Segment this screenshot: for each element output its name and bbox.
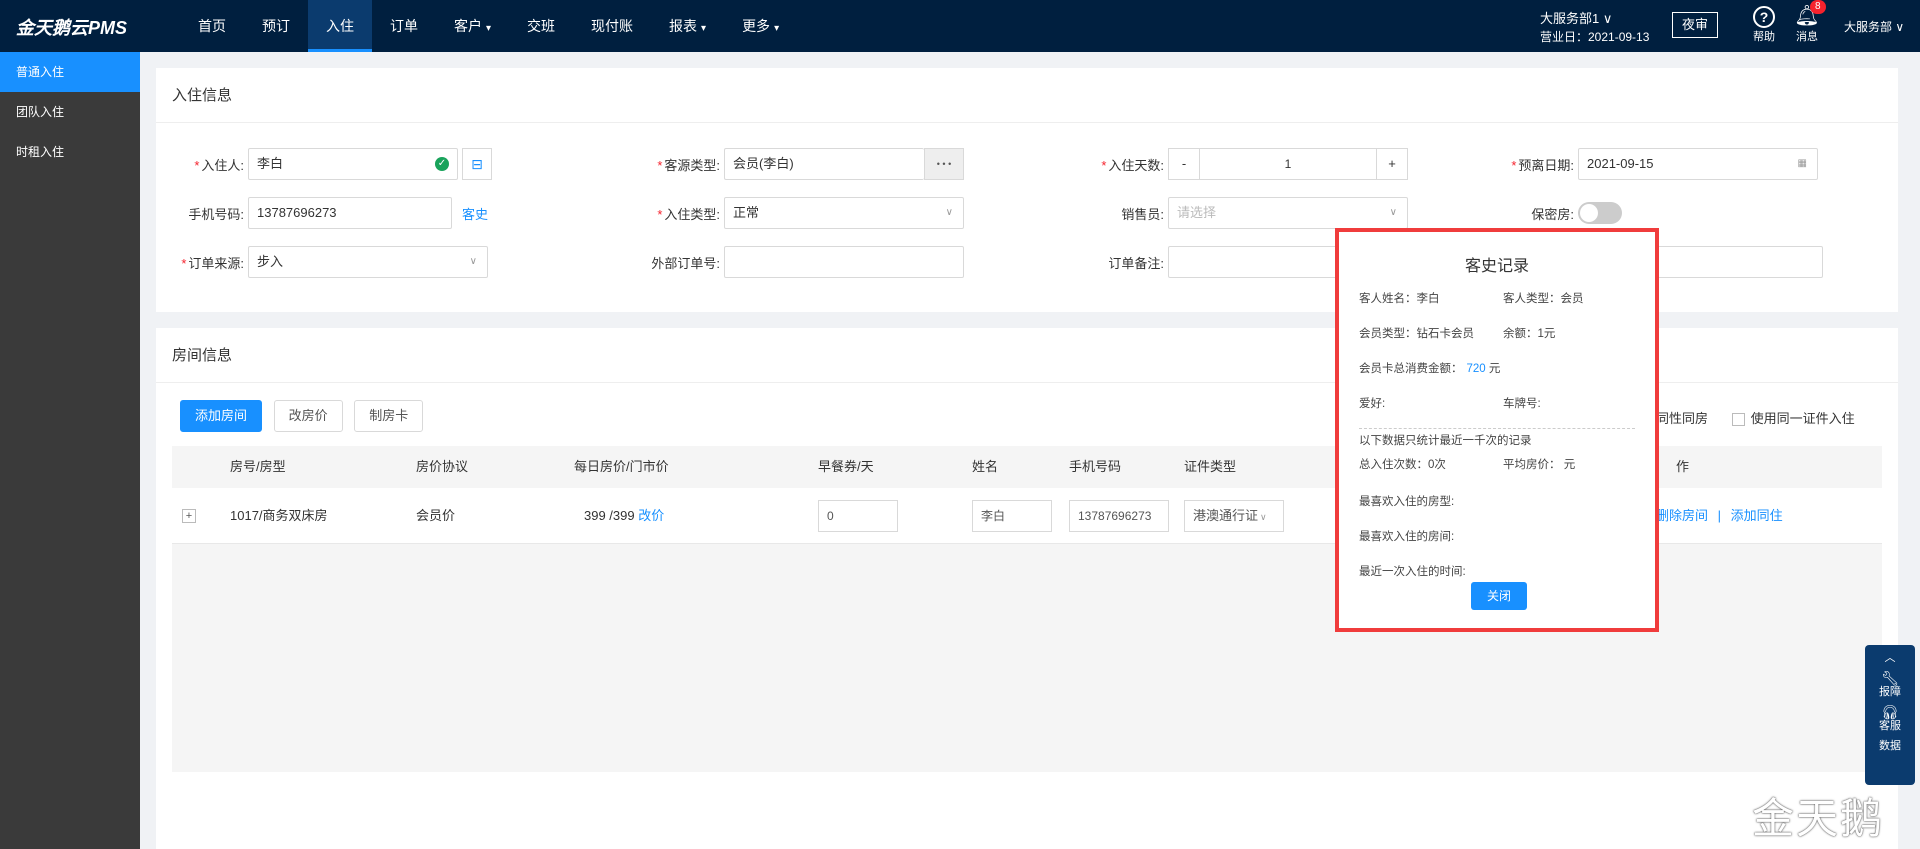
nav-home[interactable]: 首页 <box>180 0 244 52</box>
order-source-select[interactable]: 步入 ∨ <box>248 246 488 278</box>
chevron-up-icon: ︿ <box>1884 652 1896 664</box>
change-price-button[interactable]: 改房价 <box>273 400 343 432</box>
source-type-input[interactable]: 会员(李白) <box>724 148 924 180</box>
stay-days-field: * 入住天数: - 1 + <box>1056 148 1408 180</box>
chevron-down-icon: ▾ <box>486 23 492 34</box>
sales-select[interactable]: 请选择 ∨ <box>1168 197 1408 229</box>
watermark-logo: 金天鹅 <box>1752 794 1885 843</box>
close-button[interactable]: 关闭 <box>1471 582 1527 610</box>
room-options: 同性同房 使用同一证件入住 <box>1656 408 1855 427</box>
collapse-bar-button[interactable]: ︿ <box>1865 645 1915 665</box>
nav-cash-account[interactable]: 现付账 <box>573 0 651 52</box>
sidebar-item-group-checkin[interactable]: 团队入住 <box>0 92 140 132</box>
days-decrement-button[interactable]: - <box>1168 148 1200 180</box>
night-audit-button[interactable]: 夜审 <box>1672 12 1718 38</box>
sidebar: 普通入住 团队入住 时租入住 <box>0 52 140 849</box>
external-order-field: 外部订单号: <box>644 246 964 278</box>
room-toolbar: 添加房间 改房价 制房卡 <box>180 400 424 432</box>
change-price-link[interactable]: 改价 <box>638 508 664 523</box>
order-source-field: * 订单来源: 步入 ∨ <box>168 246 488 278</box>
checkin-type-select[interactable]: 正常 ∨ <box>724 197 964 229</box>
make-card-button[interactable]: 制房卡 <box>354 400 424 432</box>
sales-field: 销售员: 请选择 ∨ <box>1056 197 1408 229</box>
top-navbar: 金天鹅云PMS 首页 预订 入住 订单 客户 ▾ 交班 现付账 报表 ▾ 更多 ▾ 大… <box>0 0 1920 52</box>
floating-service-bar: ︿ 🔧︎ 报障 🎧︎ 客服 数据 <box>1865 645 1915 785</box>
guest-history-popup: 客史记录 客人姓名：李白 客人类型：会员 会员类型：钻石卡会员 余额：1元 会员… <box>1335 228 1659 632</box>
guest-name-input[interactable]: 李白 <box>972 500 1052 532</box>
business-day: 营业日：2021-09-13 <box>1540 30 1650 44</box>
department-selector[interactable]: 大服务部1 ∨ <box>1540 8 1612 27</box>
external-order-input[interactable] <box>724 246 964 278</box>
sidebar-item-normal-checkin[interactable]: 普通入住 <box>0 52 140 92</box>
chevron-down-icon: ▾ <box>701 23 707 34</box>
wrench-icon: 🔧︎ <box>1881 670 1899 686</box>
nav-reports[interactable]: 报表 ▾ <box>651 0 724 52</box>
guest-history-link[interactable]: 客史 <box>462 204 488 223</box>
guest-field: * 入住人: 李白 ✓ ⊟ <box>168 148 492 180</box>
stay-days-input[interactable]: 1 <box>1200 148 1376 180</box>
main-nav: 首页 预订 入住 订单 客户 ▾ 交班 现付账 报表 ▾ 更多 ▾ <box>180 0 797 52</box>
messages-button[interactable]: 🔔︎ 8 消息 <box>1792 0 1826 44</box>
headset-icon: 🎧︎ <box>1881 704 1899 720</box>
phone-input[interactable]: 13787696273 <box>248 197 452 229</box>
days-increment-button[interactable]: + <box>1376 148 1408 180</box>
sidebar-item-hourly-checkin[interactable]: 时租入住 <box>0 132 140 172</box>
id-type-select[interactable]: 港澳通行证 ∨ <box>1184 500 1284 532</box>
add-room-button[interactable]: 添加房间 <box>180 400 263 432</box>
user-menu[interactable]: 大服务部 ∨ <box>1844 18 1904 35</box>
chevron-down-icon: ∨ <box>469 256 477 267</box>
help-icon: ? <box>1753 6 1775 28</box>
chevron-down-icon: ∨ <box>1260 512 1267 522</box>
departure-date-input[interactable]: 2021-09-15 ▦ <box>1578 148 1818 180</box>
check-circle-icon: ✓ <box>435 157 449 171</box>
nav-orders[interactable]: 订单 <box>372 0 436 52</box>
more-options-icon[interactable]: • • • <box>924 148 964 180</box>
departure-date-field: * 预离日期: 2021-09-15 ▦ <box>1458 148 1818 180</box>
secret-room-toggle[interactable] <box>1578 202 1622 224</box>
chevron-down-icon: ▾ <box>774 23 780 34</box>
nav-shift[interactable]: 交班 <box>509 0 573 52</box>
nav-booking[interactable]: 预订 <box>244 0 308 52</box>
secret-room-field: 保密房: <box>1458 197 1622 229</box>
chevron-down-icon: ∨ <box>945 207 953 218</box>
chevron-down-icon: ∨ <box>1389 207 1397 218</box>
report-issue-button[interactable]: 🔧︎ 报障 <box>1865 665 1915 699</box>
delete-room-link[interactable]: 删除房间 <box>1656 508 1708 523</box>
nav-more[interactable]: 更多 ▾ <box>724 0 797 52</box>
breakfast-input[interactable]: 0 <box>818 500 898 532</box>
guest-input[interactable]: 李白 ✓ <box>248 148 458 180</box>
guest-phone-input[interactable]: 13787696273 <box>1069 500 1169 532</box>
help-button[interactable]: ? 帮助 <box>1749 4 1779 44</box>
customer-service-button[interactable]: 🎧︎ 客服 <box>1865 699 1915 733</box>
nav-checkin[interactable]: 入住 <box>308 0 372 52</box>
same-id-option[interactable]: 使用同一证件入住 <box>1731 411 1855 427</box>
checkin-type-field: * 入住类型: 正常 ∨ <box>644 197 964 229</box>
nav-customers[interactable]: 客户 ▾ <box>436 0 509 52</box>
popup-title: 客史记录 <box>1464 258 1529 275</box>
phone-field: 手机号码: 13787696273 客史 <box>168 197 488 229</box>
add-companion-link[interactable]: 添加同住 <box>1731 508 1783 523</box>
source-type-field: * 客源类型: 会员(李白) • • • <box>644 148 964 180</box>
message-count-badge: 8 <box>1810 0 1826 14</box>
checkin-info-title: 入住信息 <box>156 68 1898 123</box>
calendar-icon: ▦ <box>1797 158 1807 169</box>
divider <box>1359 428 1635 429</box>
id-card-reader-icon[interactable]: ⊟ <box>462 148 492 180</box>
app-logo: 金天鹅云PMS <box>16 18 128 38</box>
same-sex-option[interactable]: 同性同房 <box>1656 411 1708 426</box>
data-button[interactable]: 数据 <box>1865 733 1915 753</box>
checkbox-icon <box>1731 413 1745 427</box>
expand-row-icon[interactable]: + <box>182 509 196 523</box>
